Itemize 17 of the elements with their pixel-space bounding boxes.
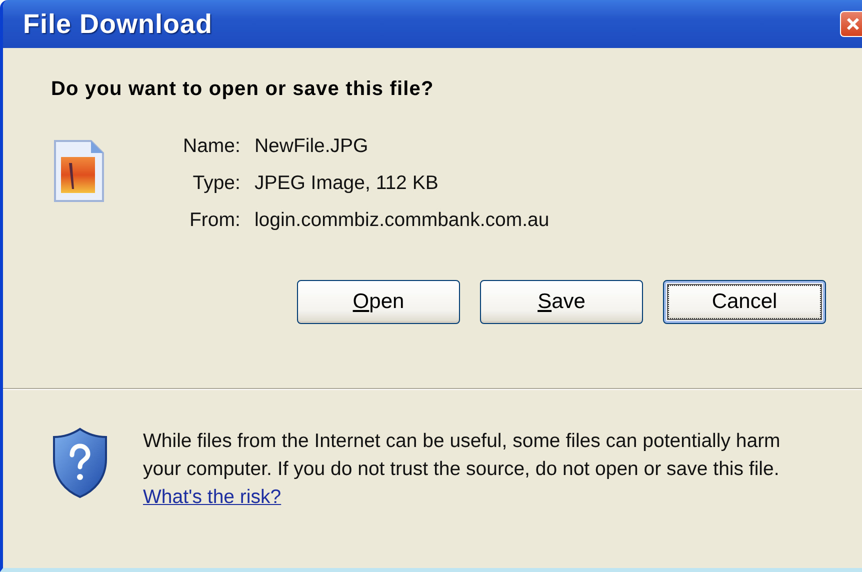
window-title: File Download xyxy=(23,8,213,40)
security-shield-icon xyxy=(51,427,109,499)
field-label: From: xyxy=(188,209,240,232)
dialog-button[interactable]: Open xyxy=(297,280,460,324)
field-label: Type: xyxy=(192,172,240,195)
field-value: login.commbiz.commbank.com.au xyxy=(254,209,550,232)
question-text: Do you want to open or save this file? xyxy=(51,78,435,101)
field-value: NewFile.JPG xyxy=(254,135,370,158)
close-icon xyxy=(846,17,860,31)
dialog-button[interactable]: Save xyxy=(480,280,643,324)
risk-link[interactable]: What's the risk? xyxy=(143,486,282,508)
field-label: Name: xyxy=(183,135,240,158)
warning-text: While files from the Internet can be useful, some files can potentially harm your computer. If you do not trust the source, do not open or save this file. What's the risk? xyxy=(143,429,782,510)
close-button[interactable] xyxy=(840,11,862,37)
cancel-button[interactable]: Cancel xyxy=(663,280,826,324)
field-value: JPEG Image, 112 KB xyxy=(254,172,440,195)
image-file-icon xyxy=(51,139,107,203)
